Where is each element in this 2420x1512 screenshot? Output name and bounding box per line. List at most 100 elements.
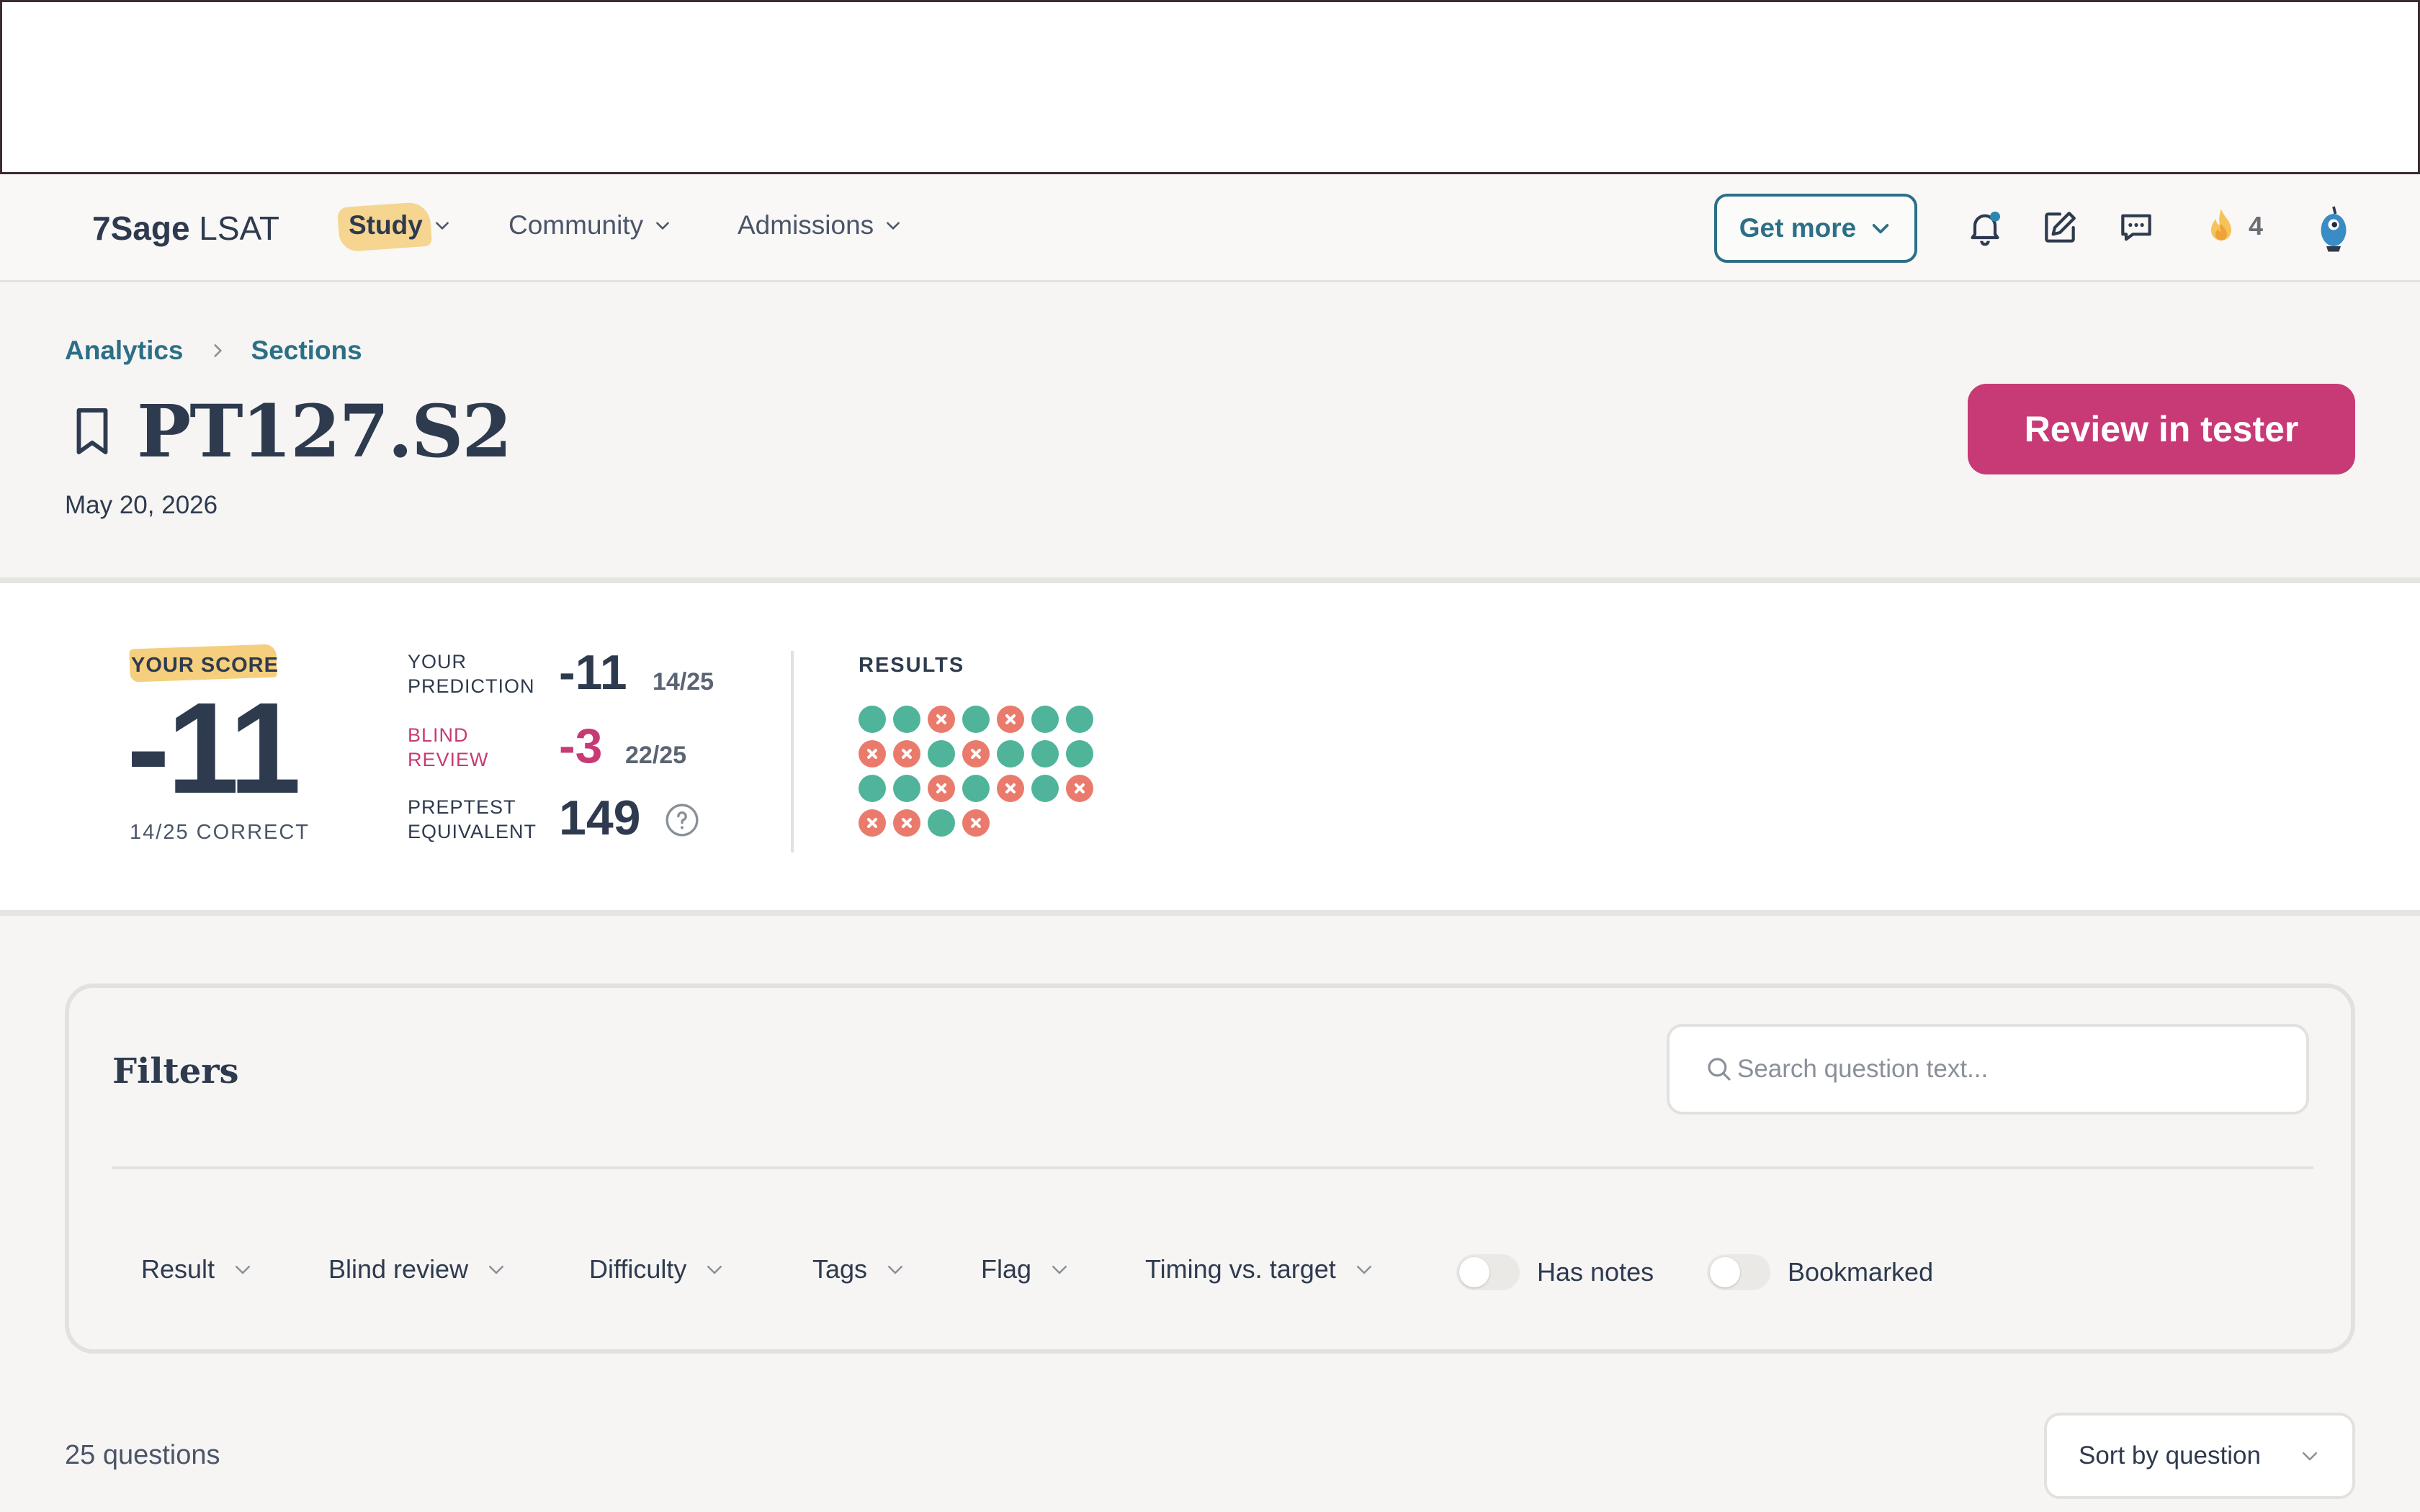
search-icon — [1708, 1058, 1731, 1081]
result-correct-dot[interactable] — [962, 775, 990, 802]
result-incorrect-dot[interactable] — [962, 809, 990, 837]
filters-title: Filters — [112, 1051, 239, 1092]
chevron-down-icon — [888, 1266, 903, 1274]
search-box[interactable] — [1667, 1024, 2309, 1115]
chevron-down-icon — [236, 1266, 251, 1274]
prediction-label: YOUR PREDICTION — [408, 651, 535, 697]
blind-review-value: -3 — [559, 719, 603, 773]
blind-review-sub: 22/25 — [625, 742, 687, 769]
filter-row: Result Blind review Difficulty Tags Flag… — [69, 1254, 2351, 1290]
help-icon[interactable] — [664, 802, 700, 838]
chevron-down-icon — [435, 222, 449, 230]
nav-admissions[interactable]: Admissions — [738, 210, 902, 240]
your-score-label: YOUR SCORE — [131, 654, 279, 677]
prediction-value: -11 — [559, 645, 627, 700]
nav-community-label: Community — [508, 210, 644, 240]
result-correct-dot[interactable] — [859, 775, 886, 802]
streak-count: 4 — [2249, 211, 2264, 240]
get-more-label: Get more — [1739, 213, 1857, 243]
flame-icon — [2211, 209, 2231, 240]
filter-difficulty[interactable]: Difficulty — [589, 1254, 725, 1284]
result-incorrect-dot[interactable] — [997, 706, 1024, 733]
result-incorrect-dot[interactable] — [1066, 775, 1093, 802]
result-correct-dot[interactable] — [893, 706, 920, 733]
filter-blind-review[interactable]: Blind review — [328, 1254, 507, 1284]
review-in-tester-button[interactable]: Review in tester — [1968, 384, 2355, 474]
bookmark-icon[interactable] — [69, 405, 115, 458]
result-incorrect-dot[interactable] — [928, 775, 955, 802]
breadcrumb-analytics[interactable]: Analytics — [65, 336, 184, 366]
chevron-down-icon — [707, 1266, 722, 1274]
page-title: PT127.S2 — [137, 389, 512, 474]
chevron-down-icon — [1873, 224, 1889, 234]
score-card: YOUR SCORE -11 14/25 CORRECT YOUR PREDICT… — [0, 577, 2420, 916]
correct-count: 14/25 CORRECT — [130, 821, 310, 844]
filter-tags[interactable]: Tags — [812, 1254, 906, 1284]
result-correct-dot[interactable] — [962, 706, 990, 733]
nav-study-label: Study — [349, 210, 423, 240]
search-input[interactable] — [1737, 1055, 2299, 1084]
result-incorrect-dot[interactable] — [962, 740, 990, 768]
bell-icon[interactable] — [1965, 207, 2005, 248]
preptest-value: 149 — [559, 791, 641, 845]
brand-logo[interactable]: 7Sage LSAT — [92, 209, 279, 248]
streak-counter[interactable]: 4 — [2204, 206, 2263, 246]
sort-label: Sort by question — [2079, 1441, 2261, 1470]
chevron-down-icon — [1052, 1266, 1067, 1274]
result-correct-dot[interactable] — [1031, 775, 1059, 802]
filter-timing[interactable]: Timing vs. target — [1145, 1254, 1375, 1284]
breadcrumb-sections[interactable]: Sections — [251, 336, 362, 366]
score-value: -11 — [127, 676, 301, 821]
chevron-down-icon — [656, 222, 669, 230]
bookmarked-switch[interactable] — [1707, 1254, 1770, 1290]
title-row: PT127.S2 — [69, 389, 512, 474]
avatar[interactable] — [2312, 203, 2355, 253]
sort-dropdown[interactable]: Sort by question — [2044, 1413, 2355, 1499]
result-incorrect-dot[interactable] — [893, 809, 920, 837]
result-correct-dot[interactable] — [997, 740, 1024, 768]
result-incorrect-dot[interactable] — [928, 706, 955, 733]
filter-flag[interactable]: Flag — [981, 1254, 1070, 1284]
preptest-label: PREPTEST EQUIVALENT — [408, 796, 537, 842]
has-notes-switch[interactable] — [1456, 1254, 1520, 1290]
filters-panel: Filters Result Blind review Difficulty T… — [65, 984, 2355, 1354]
result-correct-dot[interactable] — [928, 740, 955, 768]
breadcrumb: Analytics Sections — [65, 336, 362, 366]
toggle-has-notes[interactable]: Has notes — [1456, 1254, 1654, 1290]
result-incorrect-dot[interactable] — [893, 740, 920, 768]
chat-icon[interactable] — [2116, 207, 2156, 248]
result-incorrect-dot[interactable] — [859, 740, 886, 768]
result-correct-dot[interactable] — [1066, 706, 1093, 733]
toggle-bookmarked[interactable]: Bookmarked — [1707, 1254, 1933, 1290]
result-correct-dot[interactable] — [928, 809, 955, 837]
filter-result[interactable]: Result — [141, 1254, 254, 1284]
prediction-sub: 14/25 — [653, 668, 714, 696]
score-divider — [791, 651, 794, 852]
top-blank-area — [0, 0, 2420, 174]
result-correct-dot[interactable] — [859, 706, 886, 733]
filters-divider — [112, 1166, 2313, 1169]
nav-study[interactable]: Study — [349, 210, 452, 240]
chevron-down-icon — [887, 222, 900, 230]
nav-community[interactable]: Community — [508, 210, 672, 240]
edit-icon[interactable] — [2040, 207, 2080, 248]
chevron-down-icon — [2303, 1452, 2317, 1461]
has-notes-label: Has notes — [1537, 1257, 1654, 1287]
nav-admissions-label: Admissions — [738, 210, 874, 240]
chevron-down-icon — [489, 1266, 504, 1274]
bookmarked-label: Bookmarked — [1788, 1257, 1934, 1287]
chevron-down-icon — [1356, 1266, 1371, 1274]
blind-review-label: BLIND REVIEW — [408, 724, 489, 770]
question-count: 25 questions — [65, 1440, 220, 1470]
chevron-right-icon — [213, 344, 222, 357]
results-label: RESULTS — [859, 654, 965, 677]
result-correct-dot[interactable] — [1066, 740, 1093, 768]
result-incorrect-dot[interactable] — [997, 775, 1024, 802]
result-incorrect-dot[interactable] — [859, 809, 886, 837]
section-date: May 20, 2026 — [65, 491, 218, 519]
result-correct-dot[interactable] — [1031, 740, 1059, 768]
top-nav: 7Sage LSAT Study Community Admissions Ge… — [0, 174, 2420, 282]
get-more-button[interactable]: Get more — [1714, 194, 1917, 263]
result-correct-dot[interactable] — [893, 775, 920, 802]
result-correct-dot[interactable] — [1031, 706, 1059, 733]
